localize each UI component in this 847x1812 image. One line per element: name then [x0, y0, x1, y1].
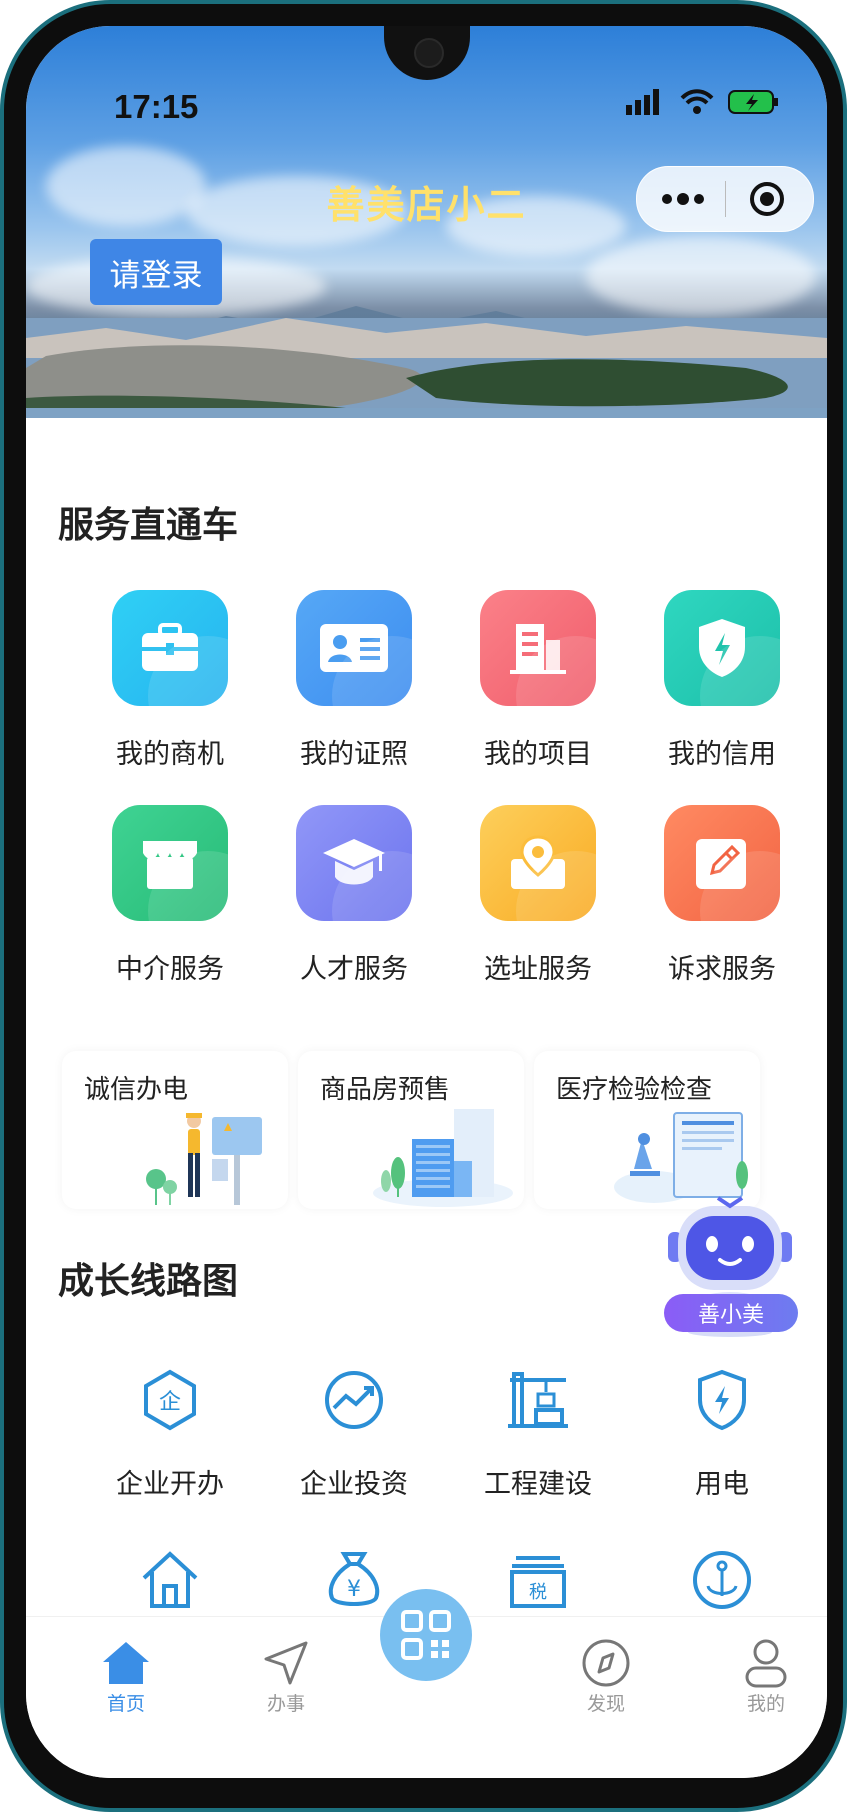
service-item-site[interactable]: 选址服务 [458, 805, 618, 986]
map-pin-icon [480, 805, 596, 921]
trend-up-icon [325, 1371, 383, 1429]
qr-code-icon [401, 1610, 451, 1660]
service-item-business[interactable]: 我的商机 [90, 590, 250, 771]
section-title-services: 服务直通车 [58, 505, 239, 546]
signal-icon [626, 89, 659, 115]
service-label: 我的信用 [668, 739, 776, 770]
tab-label: 办事 [266, 1693, 305, 1715]
feature-card-electricity[interactable]: 诚信办电 [62, 1051, 288, 1209]
wifi-icon [680, 89, 714, 114]
tab-home[interactable]: 首页 [66, 1637, 186, 1716]
graduation-cap-icon [296, 805, 412, 921]
service-label: 中介服务 [116, 954, 224, 985]
growth-label: 企业开办 [116, 1469, 224, 1500]
service-item-credit[interactable]: 我的信用 [642, 590, 802, 771]
header-banner: 17:15 善美店小二 请登录 [26, 26, 827, 418]
assistant-label[interactable]: 善小美 [664, 1294, 798, 1332]
growth-item-enterprise[interactable]: 企 企业开办 [90, 1368, 250, 1501]
service-label: 诉求服务 [668, 954, 776, 985]
phone-frame: 17:15 善美店小二 请登录 服务直通车 我的商机 我的证照 我的项目 我的信… [0, 0, 847, 1812]
edit-icon [664, 805, 780, 921]
status-icons [626, 88, 780, 116]
home-icon [66, 1637, 186, 1689]
tab-mine[interactable]: 我的 [706, 1637, 826, 1716]
store-icon [112, 805, 228, 921]
tab-bar: 首页 办事 发现 我的 [26, 1589, 827, 1778]
service-label: 我的项目 [484, 739, 592, 770]
building-icon [480, 590, 596, 706]
battery-icon [728, 90, 778, 114]
camera-icon [414, 38, 444, 68]
service-item-agency[interactable]: 中介服务 [90, 805, 250, 986]
buildings-illustration [373, 1109, 513, 1207]
tab-discover[interactable]: 发现 [546, 1637, 666, 1716]
tab-label: 发现 [586, 1693, 625, 1715]
shield-bolt-icon [698, 1369, 746, 1431]
user-icon [706, 1637, 826, 1689]
growth-item-investment[interactable]: 企业投资 [274, 1368, 434, 1501]
svg-text:企: 企 [159, 1390, 181, 1415]
service-label: 选址服务 [484, 954, 592, 985]
status-time: 17:15 [114, 88, 199, 125]
service-item-license[interactable]: 我的证照 [274, 590, 434, 771]
service-item-project[interactable]: 我的项目 [458, 590, 618, 771]
enterprise-icon: 企 [144, 1369, 196, 1431]
svg-text:¥: ¥ [347, 1577, 361, 1602]
service-label: 我的商机 [116, 739, 224, 770]
tab-label: 首页 [106, 1693, 145, 1715]
compass-icon [546, 1637, 666, 1689]
money-bag-icon[interactable]: ¥ [322, 1548, 386, 1612]
service-label: 人才服务 [300, 954, 408, 985]
tab-label: 我的 [746, 1693, 785, 1715]
shield-bolt-icon [664, 590, 780, 706]
id-card-icon [296, 590, 412, 706]
service-item-appeal[interactable]: 诉求服务 [642, 805, 802, 986]
screen: 17:15 善美店小二 请登录 服务直通车 我的商机 我的证照 我的项目 我的信… [26, 26, 827, 1778]
growth-item-construction[interactable]: 工程建设 [458, 1368, 618, 1501]
house-icon[interactable] [138, 1548, 202, 1612]
login-button[interactable]: 请登录 [90, 239, 222, 305]
section-title-growth: 成长线路图 [58, 1261, 239, 1302]
city-graphic [26, 318, 827, 418]
feature-card-medical[interactable]: 医疗检验检查 [534, 1051, 760, 1209]
close-capsule-icon[interactable] [749, 181, 785, 217]
service-item-talent[interactable]: 人才服务 [274, 805, 434, 986]
service-label: 我的证照 [300, 739, 408, 770]
growth-item-electricity[interactable]: 用电 [642, 1368, 802, 1501]
growth-label: 用电 [695, 1469, 749, 1500]
svg-text:税: 税 [529, 1582, 547, 1603]
crane-icon [508, 1372, 568, 1428]
send-icon [226, 1637, 346, 1689]
more-icon[interactable] [661, 187, 705, 211]
growth-label: 企业投资 [300, 1469, 408, 1500]
electrician-illustration [146, 1113, 262, 1205]
briefcase-icon [112, 590, 228, 706]
tab-services[interactable]: 办事 [226, 1637, 346, 1716]
mini-program-capsule [636, 166, 814, 232]
growth-label: 工程建设 [484, 1469, 592, 1500]
tax-icon[interactable]: 税 [506, 1548, 570, 1612]
qr-code-button[interactable] [380, 1589, 472, 1681]
feature-card-housing[interactable]: 商品房预售 [298, 1051, 524, 1209]
anchor-icon[interactable] [690, 1548, 754, 1612]
